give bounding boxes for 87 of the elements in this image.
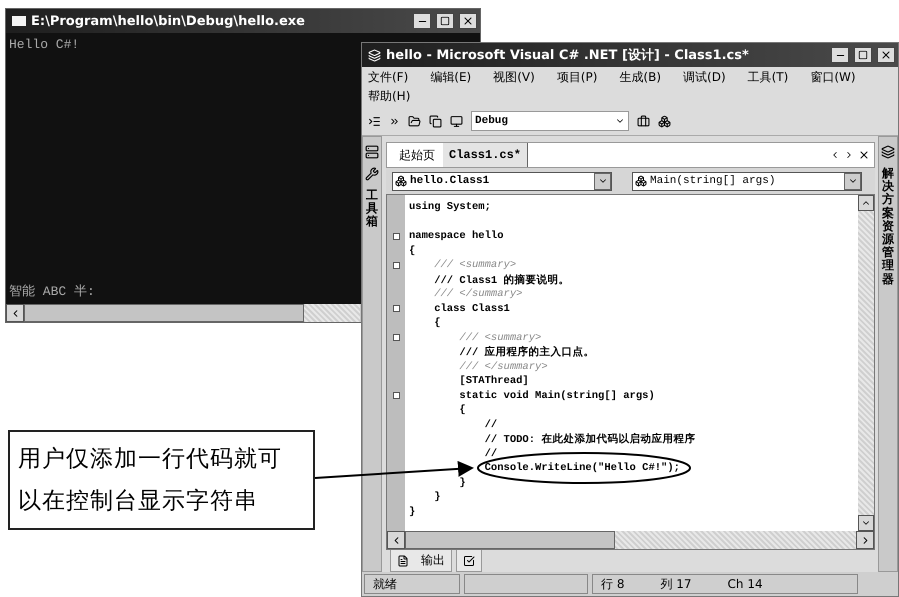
code-line: }: [458, 476, 466, 489]
scroll-left-button[interactable]: [6, 304, 24, 322]
ime-status: 智能 ABC 半:: [9, 283, 95, 300]
code-line: /// 应用程序的主入口点。: [458, 345, 595, 360]
code-line: /// <summary>: [433, 259, 516, 272]
horizontal-scrollbar[interactable]: [387, 531, 874, 549]
scroll-down-button[interactable]: [858, 515, 874, 531]
configuration-dropdown[interactable]: Debug: [471, 111, 629, 131]
code-line: namespace hello: [408, 230, 504, 242]
menu-item[interactable]: 项目(P): [556, 69, 598, 86]
code-line: Console.WriteLine("Hello C#!");: [484, 462, 680, 474]
callout-note: 用户仅添加一行代码就可以在控制台显示字符串: [8, 430, 315, 530]
solution-explorer-tab[interactable]: 解决方案资源管理器: [882, 167, 894, 286]
code-editor[interactable]: [386, 194, 875, 550]
maximize-button[interactable]: [436, 13, 454, 29]
code-line: //: [484, 418, 498, 431]
fold-icon[interactable]: [392, 392, 400, 400]
close-button[interactable]: [459, 13, 477, 29]
menu-item[interactable]: 帮助(H): [368, 88, 410, 105]
status-text: 行 8: [601, 576, 624, 592]
code-line: // TODO: 在此处添加代码以启动应用程序: [484, 432, 696, 446]
code-line: /// </summary>: [433, 288, 522, 300]
fold-icon[interactable]: [392, 305, 400, 312]
window-title: E:\Program\hello\bin\Debug\hello.exe: [31, 14, 306, 28]
status-text: 就绪: [373, 576, 397, 592]
code-line: {: [458, 404, 466, 416]
output-tab[interactable]: 输出: [390, 550, 452, 572]
checkbox-icon: [463, 554, 475, 566]
close-icon: [462, 15, 474, 27]
document-icon: [397, 554, 409, 566]
minimize-button[interactable]: [831, 47, 849, 63]
maximize-button[interactable]: [854, 47, 872, 63]
scroll-thumb[interactable]: [405, 531, 615, 549]
code-line: {: [433, 317, 441, 330]
status-text: Ch 14: [728, 577, 763, 591]
type-dropdown[interactable]: hello.Class1: [392, 172, 612, 190]
maximize-icon: [440, 16, 450, 26]
menu-item[interactable]: 生成(B): [619, 69, 662, 86]
close-button[interactable]: [877, 47, 895, 63]
maximize-icon: [858, 50, 868, 60]
code-line: using System;: [408, 201, 491, 214]
toolbox-tab[interactable]: 工具箱: [366, 189, 378, 229]
window-title: hello - Microsoft Visual C# .NET [设计] - Class1.cs*: [386, 47, 750, 64]
fold-icon[interactable]: [392, 262, 400, 269]
scroll-up-button[interactable]: [858, 195, 874, 211]
menu-item[interactable]: 调试(D): [683, 69, 726, 86]
code-line: }: [408, 506, 416, 518]
code-line: class Class1: [433, 302, 510, 315]
vertical-scrollbar[interactable]: [858, 195, 874, 531]
task-list-tab[interactable]: [456, 550, 482, 572]
overflow-icon[interactable]: [389, 116, 400, 126]
document-tab[interactable]: Class1.cs*: [443, 143, 528, 167]
fold-icon[interactable]: [392, 232, 400, 240]
minimize-button[interactable]: [413, 13, 431, 29]
dropdown-button[interactable]: [594, 172, 611, 190]
code-line: /// Class1 的摘要说明。: [433, 273, 570, 287]
server-icon[interactable]: [365, 145, 379, 159]
briefcase-icon[interactable]: [637, 114, 650, 128]
dropdown-button[interactable]: [844, 172, 861, 190]
code-line: /// </summary>: [458, 360, 548, 373]
code-line: {: [408, 244, 416, 257]
fold-icon[interactable]: [392, 334, 400, 342]
menu-item[interactable]: 编辑(E): [430, 69, 472, 86]
code-line: [STAThread]: [458, 375, 529, 388]
tools-icon[interactable]: [365, 167, 379, 181]
member-dropdown[interactable]: Main(string[] args): [632, 172, 862, 190]
close-icon: [880, 49, 892, 61]
scroll-thumb[interactable]: [24, 304, 304, 322]
menu-item[interactable]: 工具(T): [748, 69, 788, 86]
code-line: /// <summary>: [458, 332, 542, 344]
status-text: 列 17: [660, 576, 692, 592]
code-line: //: [484, 448, 498, 460]
scroll-left-button[interactable]: [387, 531, 405, 549]
horizontal-scrollbar[interactable]: [6, 304, 360, 322]
open-folder-icon[interactable]: [408, 114, 421, 128]
indent-icon[interactable]: [368, 114, 381, 128]
scroll-right-button[interactable]: [856, 531, 874, 549]
close-icon[interactable]: [858, 149, 870, 161]
menu-item[interactable]: 视图(V): [493, 69, 535, 86]
code-line: }: [433, 491, 441, 504]
console-icon: [12, 16, 26, 26]
monitor-icon[interactable]: [450, 114, 463, 128]
code-line: static void Main(string[] args): [458, 390, 655, 402]
app-icon: [368, 48, 381, 62]
menu-item[interactable]: 文件(F): [368, 69, 408, 86]
menu-item[interactable]: 窗口(W): [810, 69, 856, 86]
console-output: Hello C#!: [9, 37, 80, 52]
